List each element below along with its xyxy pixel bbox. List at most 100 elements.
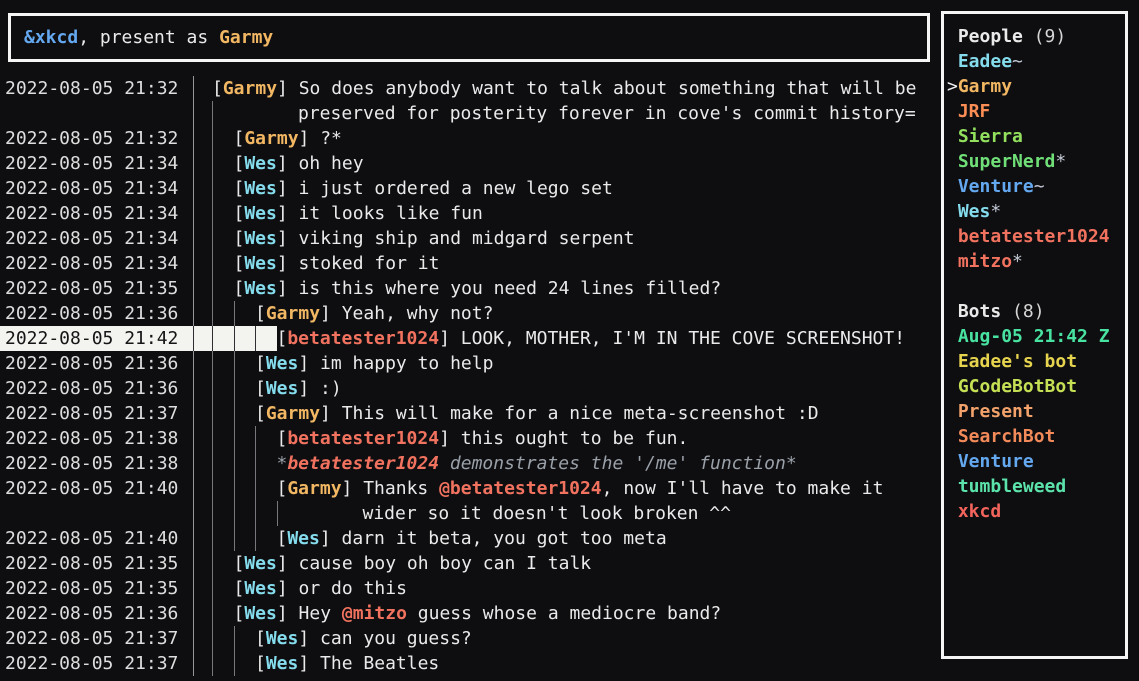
message-segment: Thanks <box>363 478 439 499</box>
chat-row[interactable]: 2022-08-05 21:37[Wes] can you guess? <box>0 626 941 651</box>
member-item[interactable]: Present <box>947 399 1125 424</box>
member-item[interactable]: JRF <box>947 99 1125 124</box>
member-name: Aug-05 21:42 Z <box>958 326 1110 347</box>
member-item[interactable]: Eadee~ <box>947 49 1125 74</box>
member-item[interactable]: SearchBot <box>947 424 1125 449</box>
timestamp: 2022-08-05 21:34 <box>0 201 193 226</box>
message-segment: ] <box>277 578 299 599</box>
member-item[interactable]: SuperNerd* <box>947 149 1125 174</box>
chat-row[interactable]: 2022-08-05 21:34[Wes] it looks like fun <box>0 201 941 226</box>
message-segment: demonstrates the '/me' function* <box>439 453 797 474</box>
message-segment: [ <box>212 78 223 99</box>
chat-row[interactable]: wider so it doesn't look broken ^^ <box>0 501 941 526</box>
member-indent <box>947 151 958 172</box>
chat-row[interactable]: 2022-08-05 21:32[Garmy] ?* <box>0 126 941 151</box>
message-segment: wider so it doesn't look broken ^^ <box>363 503 731 524</box>
message-text: [Wes] darn it beta, you got too meta <box>277 526 667 551</box>
message-line: [Wes] :) <box>194 376 342 401</box>
message-line: [Garmy] Thanks @betatester1024, now I'll… <box>194 476 883 501</box>
chat-row[interactable]: 2022-08-05 21:38[betatester1024] this ou… <box>0 426 941 451</box>
chat-row[interactable]: 2022-08-05 21:40[Wes] darn it beta, you … <box>0 526 941 551</box>
member-item[interactable]: Venture~ <box>947 174 1125 199</box>
message-segment: cause boy oh boy can I talk <box>299 553 592 574</box>
message-segment: [ <box>255 403 266 424</box>
chat-row[interactable]: 2022-08-05 21:38*betatester1024 demonstr… <box>0 451 941 476</box>
member-item[interactable]: betatester1024 <box>947 224 1125 249</box>
message-segment: Wes <box>266 353 299 374</box>
chat-row[interactable]: 2022-08-05 21:32[Garmy] So does anybody … <box>0 76 941 101</box>
member-item[interactable]: >Garmy <box>947 74 1125 99</box>
message-segment: Wes <box>244 153 277 174</box>
chat-row[interactable]: 2022-08-05 21:37[Wes] The Beatles <box>0 651 941 676</box>
member-status-suffix: ~ <box>1034 176 1045 197</box>
chat-row[interactable]: preserved for posterity forever in cove'… <box>0 101 941 126</box>
chat-row[interactable]: 2022-08-05 21:37[Garmy] This will make f… <box>0 401 941 426</box>
thread-indent-guide <box>212 301 234 326</box>
chat-row[interactable]: 2022-08-05 21:34[Wes] oh hey <box>0 151 941 176</box>
message-segment: Wes <box>244 203 277 224</box>
member-indent <box>947 201 958 222</box>
thread-indent-guide <box>212 401 234 426</box>
chat-row[interactable]: 2022-08-05 21:36[Wes] :) <box>0 376 941 401</box>
thread-indent-guide <box>234 326 256 351</box>
thread-indent-guide <box>212 251 234 276</box>
message-segment: it looks like fun <box>299 203 483 224</box>
member-name: mitzo <box>958 251 1012 272</box>
thread-indent-guide <box>255 526 277 551</box>
chat-row[interactable]: 2022-08-05 21:34[Wes] stoked for it <box>0 251 941 276</box>
message-segment: @mitzo <box>342 603 407 624</box>
current-nick: Garmy <box>219 25 273 50</box>
thread-indent-guide <box>255 426 277 451</box>
message-line: [Wes] Hey @mitzo guess whose a mediocre … <box>194 601 721 626</box>
message-segment: [ <box>234 603 245 624</box>
message-segment: [ <box>255 353 266 374</box>
member-item[interactable]: GCodeBotBot <box>947 374 1125 399</box>
timestamp: 2022-08-05 21:35 <box>0 551 193 576</box>
message-line: *betatester1024 demonstrates the '/me' f… <box>194 451 797 476</box>
message-segment: ] <box>277 278 299 299</box>
chat-row[interactable]: 2022-08-05 21:36[Garmy] Yeah, why not? <box>0 301 941 326</box>
member-item[interactable]: Aug-05 21:42 Z <box>947 324 1125 349</box>
member-item[interactable]: Venture <box>947 449 1125 474</box>
member-status-suffix: ~ <box>1012 51 1023 72</box>
chat-row[interactable]: 2022-08-05 21:40[Garmy] Thanks @betatest… <box>0 476 941 501</box>
member-item[interactable]: mitzo* <box>947 249 1125 274</box>
thread-indent-guide <box>234 476 256 501</box>
message-segment: Garmy <box>223 78 277 99</box>
timestamp: 2022-08-05 21:36 <box>0 601 193 626</box>
chat-row[interactable]: 2022-08-05 21:34[Wes] viking ship and mi… <box>0 226 941 251</box>
message-segment: [ <box>277 328 288 349</box>
message-line: [Wes] oh hey <box>194 151 364 176</box>
chat-row[interactable]: 2022-08-05 21:35[Wes] is this where you … <box>0 276 941 301</box>
chat-row-highlighted[interactable]: 2022-08-05 21:42[betatester1024] LOOK, M… <box>0 326 941 351</box>
timestamp: 2022-08-05 21:37 <box>0 401 193 426</box>
chat-row[interactable]: 2022-08-05 21:35[Wes] cause boy oh boy c… <box>0 551 941 576</box>
member-item[interactable]: tumbleweed <box>947 474 1125 499</box>
message-segment: ] <box>277 553 299 574</box>
member-item[interactable]: Wes* <box>947 199 1125 224</box>
chat-row[interactable]: 2022-08-05 21:35[Wes] or do this <box>0 576 941 601</box>
member-item[interactable]: xkcd <box>947 499 1125 524</box>
member-indent <box>947 101 958 122</box>
chat-row[interactable]: 2022-08-05 21:34[Wes] i just ordered a n… <box>0 176 941 201</box>
chat-row[interactable]: 2022-08-05 21:36 [Wes] Hey @mitzo guess w… <box>0 601 941 626</box>
channel-name: &xkcd <box>24 25 78 50</box>
thread-indent-guide <box>212 201 234 226</box>
message-segment: stoked for it <box>299 253 440 274</box>
member-indent <box>947 51 958 72</box>
message-segment: ] <box>299 128 321 149</box>
member-name: SuperNerd <box>958 151 1056 172</box>
message-text: [Wes] Hey @mitzo guess whose a mediocre … <box>234 601 722 626</box>
message-segment: betatester1024 <box>287 453 439 474</box>
message-segment: ] <box>298 353 320 374</box>
timestamp: 2022-08-05 21:34 <box>0 151 193 176</box>
selected-member-indicator: > <box>947 76 958 97</box>
message-segment: can you guess? <box>320 628 472 649</box>
message-segment: So does anybody want to talk about somet… <box>299 78 917 99</box>
message-segment: ] <box>277 203 299 224</box>
member-name: tumbleweed <box>958 476 1066 497</box>
message-segment: im happy to help <box>320 353 493 374</box>
chat-row[interactable]: 2022-08-05 21:36[Wes] im happy to help <box>0 351 941 376</box>
member-item[interactable]: Sierra <box>947 124 1125 149</box>
member-item[interactable]: Eadee's bot <box>947 349 1125 374</box>
